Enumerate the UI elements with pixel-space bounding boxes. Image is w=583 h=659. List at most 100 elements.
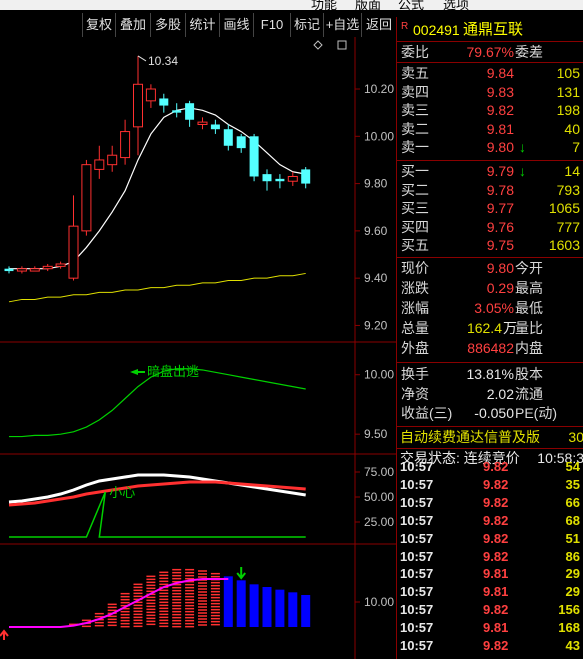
quote-panel: R 002491 通鼎互联 委比 79.67% 委差 卖五 9.84 105 卖四 9.83 131 卖… [396, 17, 583, 659]
book-volume: 777 [556, 218, 580, 235]
marquee-row: 自动续费通达信普及版 30 [397, 428, 583, 446]
panel4-tick-label: 10.00 [364, 595, 394, 609]
book-price: 9.83 [486, 83, 514, 100]
quote-row: 总量 162.4 万量比 [397, 319, 583, 337]
tick-row: 10:57 9.81 168 [397, 619, 583, 637]
book-volume: 7 [572, 139, 580, 156]
top-menubar: 功能 版面 公式 选项 [0, 0, 583, 10]
toolbar-button[interactable]: 标记 [290, 13, 323, 37]
fundamental-row: 收益(三) -0.050 PE(动) [397, 404, 583, 422]
book-volume: 198 [556, 102, 580, 119]
candle-body [145, 88, 156, 102]
window-box-icon [337, 40, 347, 50]
tick-row: 10:57 9.81 29 [397, 565, 583, 583]
tick-price: 9.82 [483, 512, 509, 528]
candle-body [81, 164, 92, 232]
book-volume: 131 [556, 83, 580, 100]
ask-row: 卖一 9.80 ↓ 7 [397, 138, 583, 156]
divider [397, 62, 583, 63]
quote-value: 162.4 [466, 320, 502, 336]
book-volume: 105 [556, 65, 580, 81]
panel2-tick-label: 9.50 [364, 427, 388, 441]
toolbar-button[interactable]: 多股 [150, 13, 185, 37]
candle-body [301, 169, 311, 184]
toolbar-button[interactable]: F10 [253, 13, 290, 37]
quote-label: 总量 [401, 320, 429, 336]
tick-price: 9.82 [483, 638, 509, 653]
price-tick-label: 9.80 [364, 177, 388, 191]
fund-value: 13.81% [466, 366, 514, 382]
tick-time: 10:57 [400, 494, 434, 510]
toolbar-button[interactable]: 叠加 [115, 13, 150, 37]
divider [397, 160, 583, 161]
candle-body [236, 136, 246, 149]
fundamental-row: 换手 13.81% 股本 [397, 365, 583, 383]
quote-value: 886482 [467, 340, 514, 356]
tick-price: 9.81 [483, 620, 509, 636]
panel3-signal-label: 小心 [109, 485, 135, 500]
tick-time: 10:57 [400, 566, 434, 582]
quote-label: 涨跌 [401, 280, 429, 296]
book-label: 买三 [401, 200, 429, 217]
tick-row: 10:57 9.82 54 [397, 458, 583, 476]
candle-body [159, 98, 169, 106]
bid-row: 买五 9.75 1603 [397, 236, 583, 254]
price-tick-label: 9.20 [364, 318, 388, 332]
ask-row: 卖五 9.84 105 [397, 64, 583, 82]
fund-label: 收益(三) [401, 405, 453, 421]
candle-body [94, 159, 105, 170]
tick-price: 9.82 [483, 548, 509, 564]
tick-volume: 29 [565, 566, 580, 582]
candle-body [68, 225, 79, 279]
menu-item[interactable]: 选项 [443, 0, 469, 10]
kline-chart[interactable]: 10.20 10.00 9.80 9.60 9.40 9.20 10.00 9.50 75.00… [0, 37, 396, 659]
toolbar-button[interactable]: 返回 [361, 13, 396, 37]
fundamental-row: 净资 2.02 流通 [397, 385, 583, 403]
panel3-tick-label: 50.00 [364, 490, 394, 504]
ask-row: 卖三 9.82 198 [397, 101, 583, 119]
diamond-icon [313, 40, 323, 50]
candle-body [120, 131, 131, 159]
book-price: 9.75 [486, 237, 514, 254]
book-volume: 14 [564, 163, 580, 179]
tick-volume: 54 [565, 459, 580, 474]
candle-body [4, 268, 14, 272]
tick-volume: 168 [558, 620, 580, 636]
fund-label-2: PE(动) [515, 405, 557, 421]
chart-toolbar: 复权 叠加 多股 统计 画线 F10 标记 +自选 返回 [0, 13, 400, 37]
ratio-value: 79.67% [466, 44, 514, 60]
toolbar-button[interactable]: +自选 [323, 13, 361, 37]
candle-body [287, 175, 298, 182]
book-volume: 40 [564, 120, 580, 137]
book-label: 卖二 [401, 120, 429, 137]
book-price: 9.82 [486, 102, 514, 119]
tick-time: 10:57 [400, 476, 434, 492]
arrow-down-icon: ↓ [519, 163, 526, 179]
histogram-bar [288, 592, 298, 627]
menu-item[interactable]: 版面 [355, 0, 381, 10]
tick-row: 10:57 9.82 35 [397, 476, 583, 494]
panel2-signal-label: 暗盘出逃 [147, 364, 199, 379]
divider [397, 41, 583, 42]
stock-code: 002491 [413, 22, 460, 38]
candle-body [55, 263, 66, 267]
book-label: 买四 [401, 218, 429, 235]
high-pointer [137, 55, 147, 62]
quote-label: 外盘 [401, 340, 429, 356]
menu-item[interactable]: 功能 [311, 0, 337, 10]
histogram-bar [275, 589, 285, 627]
tick-row: 10:57 9.82 43 [397, 637, 583, 655]
quote-label-2: 量比 [515, 320, 543, 336]
menu-item[interactable]: 公式 [398, 0, 424, 10]
fund-label: 换手 [401, 366, 429, 382]
tick-volume: 35 [565, 476, 580, 492]
book-label: 卖三 [401, 102, 429, 119]
stock-name: 通鼎互联 [463, 21, 524, 38]
toolbar-button[interactable]: 统计 [185, 13, 219, 37]
marquee-text: 自动续费通达信普及版 [400, 429, 540, 445]
toolbar-button[interactable]: 画线 [219, 13, 253, 37]
high-price-label: 10.34 [148, 54, 178, 68]
panel4-purple-line [9, 578, 229, 628]
toolbar-button[interactable]: 复权 [82, 13, 115, 37]
tick-volume: 66 [565, 494, 580, 510]
